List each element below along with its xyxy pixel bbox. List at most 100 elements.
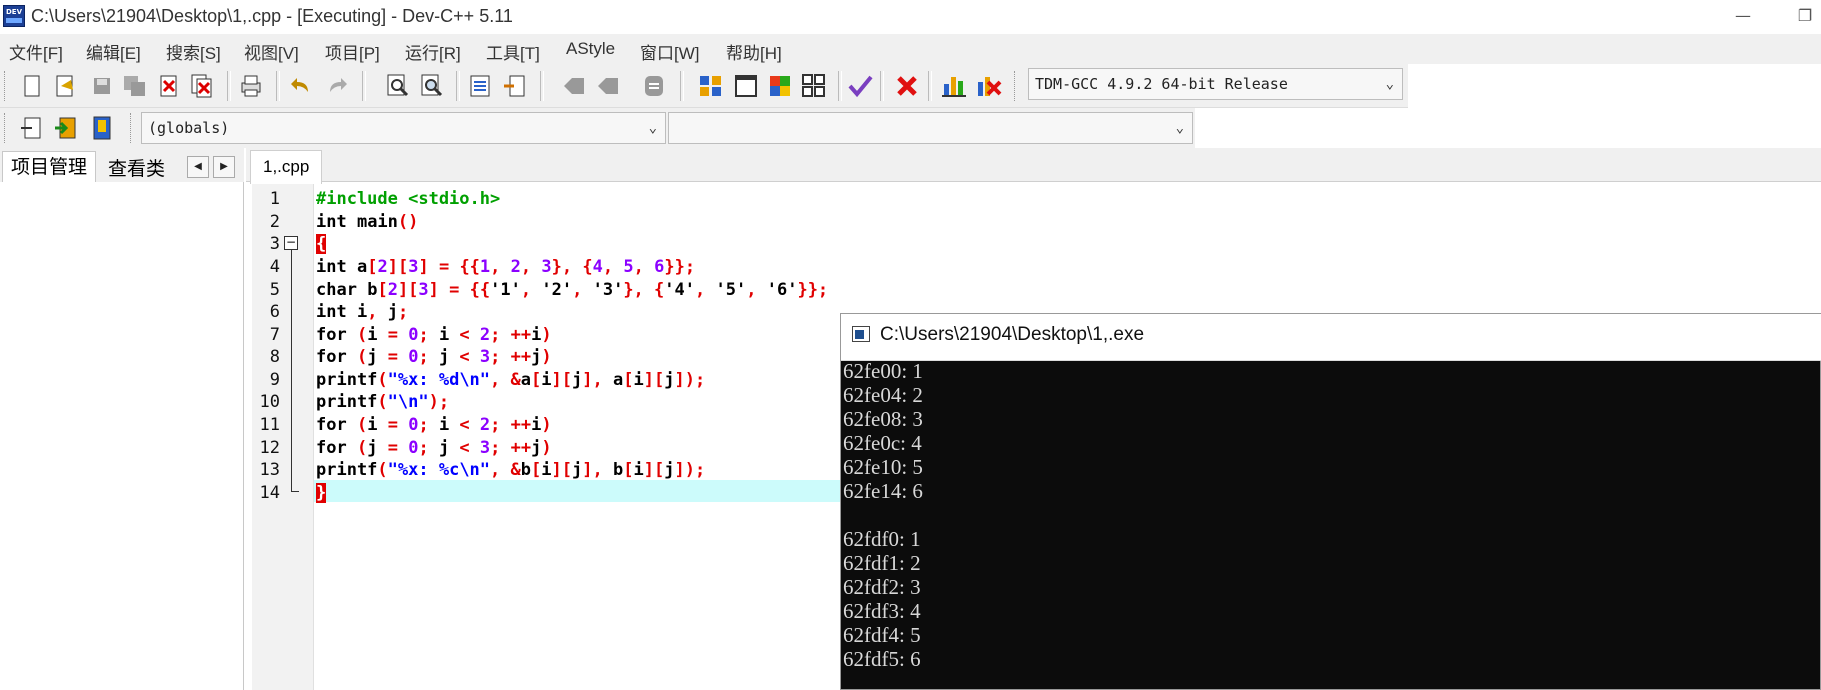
code-line: for (j = 0; j < 3; ++j) (316, 438, 552, 458)
insert-icon[interactable] (18, 114, 46, 142)
line-number: 7 (269, 325, 280, 345)
line-number: 3 (269, 234, 280, 254)
minimize-icon[interactable]: — (1728, 4, 1758, 28)
open-file-icon[interactable] (51, 72, 79, 100)
console-output-line: 62fe04: 2 (843, 383, 923, 407)
compile-check-icon[interactable] (846, 72, 874, 100)
window-title: C:\Users\21904\Desktop\1,.cpp - [Executi… (31, 6, 513, 26)
menu-window[interactable]: 窗口[W] (640, 39, 700, 64)
scroll-right-icon[interactable]: ▶ (213, 156, 235, 178)
line-number: 2 (269, 212, 280, 232)
toolbar-separator (540, 71, 544, 101)
chevron-down-icon: ⌄ (648, 120, 657, 136)
menu-file[interactable]: 文件[F] (9, 39, 63, 64)
code-line: for (i = 0; i < 2; ++i) (316, 415, 552, 435)
menu-bar: 文件[F] 编辑[E] 搜索[S] 视图[V] 项目[P] 运行[R] 工具[T… (0, 34, 1821, 64)
console-output-line: 62fdf0: 1 (843, 527, 921, 551)
code-line: char b[2][3] = {{'1', '2', '3'}, {'4', '… (316, 280, 829, 300)
line-number: 12 (259, 438, 280, 458)
indent-icon[interactable] (466, 72, 494, 100)
console-output-line: 62fe14: 6 (843, 479, 923, 503)
toolbar-separator (276, 71, 280, 101)
console-window[interactable] (840, 313, 1821, 690)
menu-help[interactable]: 帮助[H] (726, 39, 782, 64)
replace-icon[interactable] (418, 72, 446, 100)
chevron-down-icon: ⌄ (1385, 76, 1394, 92)
redo-icon[interactable] (322, 72, 350, 100)
toolbar-separator (838, 71, 842, 101)
code-line: { (316, 234, 327, 254)
console-app-icon (852, 326, 870, 342)
line-number: 11 (259, 415, 280, 435)
color-grid-icon[interactable] (766, 72, 794, 100)
console-output-line: 62fdf4: 5 (843, 623, 921, 647)
toolbar-grip[interactable] (130, 113, 135, 143)
line-number: 4 (269, 257, 280, 277)
grid-view-icon[interactable] (800, 72, 828, 100)
scroll-left-icon[interactable]: ◀ (187, 156, 209, 178)
code-line: int i, j; (316, 302, 409, 322)
toolbar-grip[interactable] (4, 113, 9, 143)
tab-class-view[interactable]: 查看类 (100, 154, 173, 184)
chevron-down-icon: ⌄ (1175, 120, 1184, 136)
toolbar-grip[interactable] (1014, 71, 1019, 101)
console-output-line: 62fdf2: 3 (843, 575, 921, 599)
app-logo-icon: DEV (3, 5, 25, 27)
toolbar-separator (680, 71, 684, 101)
tab-file[interactable]: 1,.cpp (250, 150, 323, 184)
save-icon[interactable] (88, 72, 116, 100)
project-panel (0, 148, 244, 690)
code-line: int main() (316, 212, 419, 232)
toolbar-separator (928, 71, 932, 101)
console-output-line: 62fe10: 5 (843, 455, 923, 479)
menu-edit[interactable]: 编辑[E] (86, 39, 141, 64)
code-line: } (316, 483, 327, 503)
console-output-line: 62fdf1: 2 (843, 551, 921, 575)
delete-profile-icon[interactable] (974, 72, 1002, 100)
unindent-icon[interactable] (500, 72, 528, 100)
menu-project[interactable]: 项目[P] (325, 39, 380, 64)
goto-bookmark-icon[interactable] (594, 72, 622, 100)
save-all-icon[interactable] (121, 72, 149, 100)
menu-run[interactable]: 运行[R] (405, 39, 461, 64)
left-panel-tabs: 项目管理 查看类 ◀ ▶ (0, 148, 244, 182)
goto-line-icon[interactable] (640, 72, 668, 100)
menu-view[interactable]: 视图[V] (244, 39, 299, 64)
menu-search[interactable]: 搜索[S] (166, 39, 221, 64)
toolbar-separator (227, 71, 231, 101)
add-item-icon[interactable] (52, 114, 80, 142)
console-title: C:\Users\21904\Desktop\1,.exe (880, 324, 1145, 345)
code-line: printf("%x: %c\n", &b[i][j], b[i][j]); (316, 460, 706, 480)
secondary-toolbar: (globals) ⌄ ⌄ (0, 108, 1195, 148)
new-file-icon[interactable] (18, 72, 46, 100)
main-toolbar: TDM-GCC 4.9.2 64-bit Release ⌄ (0, 64, 1408, 108)
line-number: 10 (259, 392, 280, 412)
bookmark-icon[interactable] (88, 114, 116, 142)
fold-collapse-icon[interactable]: − (284, 236, 298, 250)
console-output-line: 62fe08: 3 (843, 407, 923, 431)
code-line: printf("%x: %d\n", &a[i][j], a[i][j]); (316, 370, 706, 390)
compiler-select[interactable]: TDM-GCC 4.9.2 64-bit Release ⌄ (1028, 68, 1403, 100)
close-file-icon[interactable] (155, 72, 183, 100)
window-layout-icon[interactable] (732, 72, 760, 100)
stop-execution-icon[interactable] (893, 72, 921, 100)
tab-project-manager[interactable]: 项目管理 (2, 151, 97, 182)
restore-icon[interactable]: ❐ (1790, 4, 1820, 28)
print-icon[interactable] (237, 72, 265, 100)
menu-astyle[interactable]: AStyle (566, 39, 615, 59)
line-number: 14 (259, 483, 280, 503)
scope-select[interactable]: (globals) ⌄ (141, 112, 666, 144)
code-line: for (i = 0; i < 2; ++i) (316, 325, 552, 345)
fold-end (291, 491, 299, 492)
toggle-bookmark-icon[interactable] (560, 72, 588, 100)
chart-icon[interactable] (940, 72, 968, 100)
close-all-icon[interactable] (188, 72, 216, 100)
new-project-icon[interactable] (697, 72, 725, 100)
menu-tools[interactable]: 工具[T] (486, 39, 540, 64)
find-icon[interactable] (384, 72, 412, 100)
toolbar-grip[interactable] (4, 71, 9, 101)
member-select[interactable]: ⌄ (668, 112, 1193, 144)
undo-icon[interactable] (288, 72, 316, 100)
line-number: 6 (269, 302, 280, 322)
toolbar-separator (880, 71, 884, 101)
